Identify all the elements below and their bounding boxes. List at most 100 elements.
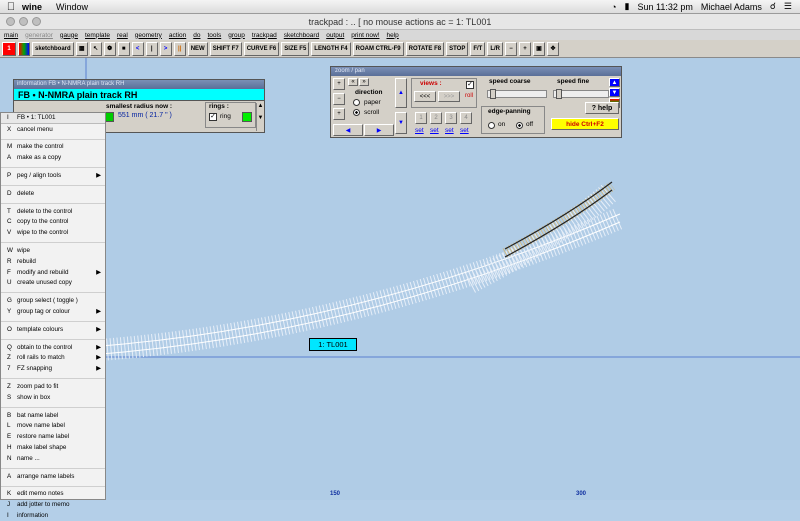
stop-button[interactable]: STOP xyxy=(446,41,469,56)
apple-icon[interactable]:  xyxy=(0,1,22,13)
context-menu-item[interactable]: Jadd jotter to memo xyxy=(1,499,105,510)
curve-button[interactable]: CURVE F6 xyxy=(243,41,280,56)
context-menu-item[interactable]: Zzoom pad to fit xyxy=(1,381,105,392)
rotate-button[interactable]: ROTATE F8 xyxy=(405,41,445,56)
edge-off-radio[interactable] xyxy=(516,122,523,129)
pan-up-icon[interactable]: ▲ xyxy=(395,78,407,108)
context-menu-item[interactable]: Sshow in box xyxy=(1,392,105,403)
stop-square-icon[interactable]: ■ xyxy=(117,41,130,56)
context-menu-item[interactable]: Iinformation xyxy=(1,510,105,521)
spiral-icon[interactable]: ❁ xyxy=(103,41,116,56)
help-button[interactable]: ? help xyxy=(585,102,619,114)
hide-button[interactable]: hide Ctrl+F2 xyxy=(551,118,619,130)
ft-button[interactable]: F/T xyxy=(470,41,486,56)
grid-icon[interactable]: ▦ xyxy=(75,41,88,56)
view-3-button[interactable]: 3 xyxy=(445,112,457,124)
pan-right-small-icon[interactable]: » xyxy=(359,78,369,86)
window-up-icon[interactable]: ▲ xyxy=(609,78,620,87)
menu-real[interactable]: real xyxy=(117,32,128,39)
context-menu-item[interactable]: Tdelete to the control xyxy=(1,206,105,217)
spotlight-icon[interactable]: ☌ xyxy=(770,1,776,12)
menu-geometry[interactable]: geometry xyxy=(135,32,162,39)
menu-group[interactable]: group xyxy=(228,32,245,39)
speed-fine-slider[interactable] xyxy=(553,89,609,99)
window-menu[interactable]: Window xyxy=(56,2,88,12)
info-window-title[interactable]: information FB • N-NMRA plain track RH xyxy=(14,80,264,89)
sketchboard-button[interactable]: sketchboard xyxy=(32,41,74,56)
edge-on-radio[interactable] xyxy=(488,122,495,129)
zoom-in-icon[interactable]: + xyxy=(333,78,345,90)
context-menu-item[interactable]: Lmove name label xyxy=(1,421,105,432)
set-1-link[interactable]: set xyxy=(415,127,424,134)
lr-button[interactable]: L/R xyxy=(487,41,503,56)
new-button[interactable]: NEW xyxy=(187,41,208,56)
context-menu-item[interactable]: Ccopy to the control xyxy=(1,217,105,228)
pan-down-icon[interactable]: ▼ xyxy=(395,112,407,134)
close-button[interactable] xyxy=(6,17,15,26)
zoom-plus-icon[interactable]: + xyxy=(333,108,345,120)
set-2-link[interactable]: set xyxy=(430,127,439,134)
context-menu-item[interactable]: 7 FZ snapping ▶ xyxy=(1,363,105,374)
paper-radio[interactable] xyxy=(353,99,360,106)
context-menu-item[interactable]: Ppeg / align tools ▶ xyxy=(1,170,105,181)
divider-icon[interactable]: | xyxy=(145,41,158,56)
battery-icon[interactable]: ▮ xyxy=(625,1,630,12)
context-menu-item[interactable]: Nname ... xyxy=(1,453,105,464)
context-menu-item[interactable]: Bbat name label xyxy=(1,410,105,421)
pan-right-icon[interactable]: ▶ xyxy=(364,124,394,136)
views-forward-button[interactable]: >>> xyxy=(438,91,460,102)
context-menu-item[interactable]: Hmake label shape xyxy=(1,442,105,453)
length-button[interactable]: LENGTH F4 xyxy=(311,41,351,56)
minus-icon[interactable]: − xyxy=(505,41,517,56)
speed-coarse-slider[interactable] xyxy=(487,89,547,99)
context-menu-item[interactable]: Ygroup tag or colour ▶ xyxy=(1,306,105,317)
context-menu-item[interactable]: Zroll rails to match ▶ xyxy=(1,353,105,364)
context-menu-item[interactable]: Wwipe xyxy=(1,245,105,256)
pan-left-small-icon[interactable]: « xyxy=(348,78,358,86)
context-menu-item[interactable]: Xcancel menu xyxy=(1,124,105,135)
ring-checkbox[interactable]: ✓ xyxy=(209,113,217,121)
palette-icon[interactable] xyxy=(18,41,30,56)
plus-icon[interactable]: + xyxy=(519,41,531,56)
menu-output[interactable]: output xyxy=(326,32,344,39)
arrow-left-icon[interactable]: < xyxy=(131,41,144,56)
menu-help[interactable]: help xyxy=(386,32,398,39)
views-back-button[interactable]: <<< xyxy=(414,91,436,102)
user-name[interactable]: Michael Adams xyxy=(701,2,762,12)
context-menu-item[interactable]: Aarrange name labels xyxy=(1,471,105,482)
context-menu-item[interactable]: Ddelete xyxy=(1,188,105,199)
context-menu-item[interactable]: Amake as a copy xyxy=(1,152,105,163)
menu-print-now[interactable]: print now! xyxy=(351,32,379,39)
menu-do[interactable]: do xyxy=(193,32,200,39)
menu-sketchboard[interactable]: sketchboard xyxy=(284,32,319,39)
context-menu-item[interactable]: Otemplate colours ▶ xyxy=(1,324,105,335)
context-menu-item[interactable]: Kedit memo notes xyxy=(1,489,105,500)
app-menu[interactable]: wine xyxy=(22,2,42,12)
context-menu-item[interactable]: Ggroup select ( toggle ) xyxy=(1,295,105,306)
view-4-button[interactable]: 4 xyxy=(460,112,472,124)
roll-checkbox[interactable]: ✓ xyxy=(466,81,474,89)
move-icon[interactable]: ✥ xyxy=(547,41,559,56)
zoom-window-title[interactable]: zoom / pan xyxy=(331,67,621,76)
menu-generator[interactable]: generator xyxy=(25,32,53,39)
view-1-button[interactable]: 1 xyxy=(415,112,427,124)
menu-main[interactable]: main xyxy=(4,32,18,39)
minimize-button[interactable] xyxy=(19,17,28,26)
context-menu-item[interactable]: Rrebuild xyxy=(1,256,105,267)
set-3-link[interactable]: set xyxy=(445,127,454,134)
clock[interactable]: Sun 11:32 pm xyxy=(637,2,692,12)
context-menu-item[interactable]: Erestore name label xyxy=(1,431,105,442)
template-number[interactable]: 1 xyxy=(2,41,16,56)
menu-action[interactable]: action xyxy=(169,32,186,39)
wifi-icon[interactable]: ◔ xyxy=(611,2,616,12)
zoom-out-icon[interactable]: − xyxy=(333,93,345,105)
pointer-icon[interactable]: ↖ xyxy=(89,41,102,56)
ring-color-button[interactable] xyxy=(242,112,252,122)
window-down-icon[interactable]: ▼ xyxy=(609,88,620,97)
list-icon[interactable]: ☰ xyxy=(784,1,792,12)
shift-button[interactable]: SHIFT F7 xyxy=(209,41,242,56)
arrow-right-icon[interactable]: > xyxy=(159,41,172,56)
roam-button[interactable]: ROAM CTRL-F9 xyxy=(352,41,404,56)
rails-icon[interactable]: || xyxy=(173,41,186,56)
context-menu-item[interactable]: Vwipe to the control xyxy=(1,227,105,238)
